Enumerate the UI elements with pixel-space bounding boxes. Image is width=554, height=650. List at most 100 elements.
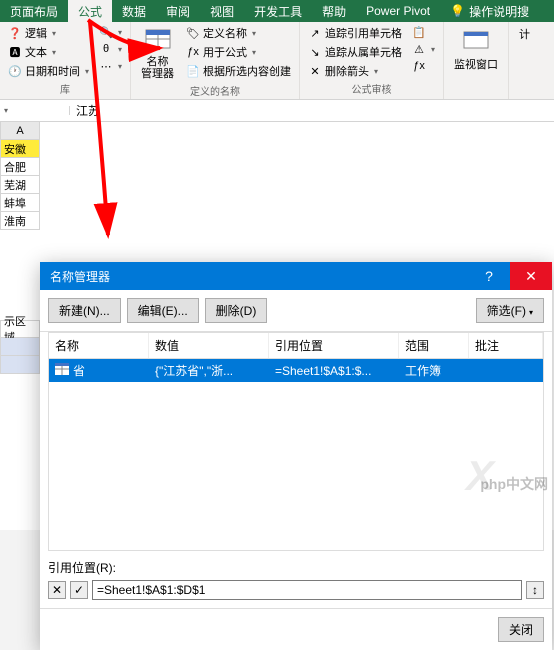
math-button[interactable]: θ▾: [95, 41, 126, 57]
error-check-icon: ⚠: [412, 42, 426, 56]
col-header-value[interactable]: 数值: [149, 333, 269, 358]
bulb-icon: 💡: [450, 4, 465, 18]
watch-window-label: 监视窗口: [454, 56, 498, 72]
cell-a4[interactable]: 芜湖: [0, 176, 40, 194]
calc-options-button[interactable]: 计: [513, 24, 536, 44]
col-header-scope[interactable]: 范围: [399, 333, 469, 358]
trace-precedents-button[interactable]: ↗追踪引用单元格: [304, 24, 406, 42]
logic-label: 逻辑: [25, 25, 47, 41]
trace-precedents-icon: ↗: [308, 26, 322, 40]
group-label-library: 库: [4, 80, 126, 97]
row-name: 省: [73, 362, 85, 379]
trace-precedents-label: 追踪引用单元格: [325, 25, 402, 41]
ref-collapse-icon[interactable]: ↕: [526, 581, 544, 599]
ref-cancel-icon[interactable]: ✕: [48, 581, 66, 599]
use-in-formula-button[interactable]: ƒx用于公式 ▾: [182, 43, 295, 61]
clock-icon: 🕐: [8, 64, 22, 78]
tab-review[interactable]: 审阅: [156, 0, 200, 22]
close-button[interactable]: ✕: [510, 262, 552, 290]
name-box[interactable]: ▾: [0, 106, 70, 115]
chevron-down-icon: ▾: [52, 29, 56, 38]
dialog-close-button[interactable]: 关闭: [498, 617, 544, 642]
define-name-button[interactable]: 🏷定义名称 ▾: [182, 24, 295, 42]
tab-view[interactable]: 视图: [200, 0, 244, 22]
define-name-label: 定义名称: [203, 25, 247, 41]
row-note: [469, 368, 543, 374]
remove-arrows-label: 删除箭头: [325, 63, 369, 79]
name-manager-icon: [144, 26, 172, 54]
chevron-down-icon: ▾: [529, 308, 533, 317]
dialog-titlebar[interactable]: 名称管理器 ? ✕: [40, 262, 552, 290]
lookup-button[interactable]: 🔍▾: [95, 24, 126, 40]
error-checking-button[interactable]: ⚠▾: [408, 41, 439, 57]
trace-dependents-icon: ↘: [308, 45, 322, 59]
ref-input[interactable]: [92, 580, 522, 600]
chevron-down-icon: ▾: [52, 48, 56, 57]
row-ref: =Sheet1!$A$1:$...: [269, 361, 399, 381]
group-label-formula-audit: 公式审核: [304, 80, 439, 97]
chevron-down-icon: ▾: [374, 67, 378, 76]
region-label-cell[interactable]: 示区域: [0, 320, 40, 338]
cell-a6[interactable]: 淮南: [0, 212, 40, 230]
list-row-selected[interactable]: 省 {"江苏省","浙... =Sheet1!$A$1:$... 工作簿: [49, 359, 543, 382]
use-in-formula-label: 用于公式: [203, 44, 247, 60]
evaluate-formula-button[interactable]: ƒx: [408, 58, 439, 74]
formula-icon: ƒx: [186, 45, 200, 59]
empty-cell-1[interactable]: [0, 338, 40, 356]
col-header-name[interactable]: 名称: [49, 333, 149, 358]
tab-formulas[interactable]: 公式: [68, 0, 112, 22]
chevron-down-icon: ▾: [252, 29, 256, 38]
logic-button[interactable]: ❓逻辑 ▾: [4, 24, 93, 42]
formula-bar-content[interactable]: 江苏: [70, 102, 106, 119]
edit-button[interactable]: 编辑(E)...: [127, 298, 199, 323]
tab-data[interactable]: 数据: [112, 0, 156, 22]
chevron-down-icon: ▾: [118, 45, 122, 54]
text-icon: 🅰: [8, 45, 22, 59]
remove-arrows-icon: ✕: [308, 64, 322, 78]
watermark-text: php中文网: [480, 474, 548, 494]
datetime-button[interactable]: 🕐日期和时间▾: [4, 62, 93, 80]
name-manager-button[interactable]: 名称 管理器: [135, 24, 180, 82]
text-label: 文本: [25, 44, 47, 60]
cell-a3[interactable]: 合肥: [0, 158, 40, 176]
cell-a5[interactable]: 蚌埠: [0, 194, 40, 212]
row-value: {"江苏省","浙...: [149, 359, 269, 382]
names-list: 名称 数值 引用位置 范围 批注 省 {"江苏省","浙... =Sheet1!…: [48, 332, 544, 551]
help-button[interactable]: ?: [468, 262, 510, 290]
more-icon: ⋯: [99, 59, 113, 73]
name-manager-label: 名称 管理器: [141, 56, 174, 80]
col-header-ref[interactable]: 引用位置: [269, 333, 399, 358]
col-header-note[interactable]: 批注: [469, 333, 543, 358]
delete-button[interactable]: 删除(D): [205, 298, 268, 323]
filter-label: 筛选(F): [487, 304, 526, 318]
ref-confirm-icon[interactable]: ✓: [70, 581, 88, 599]
empty-cell-2[interactable]: [0, 356, 40, 374]
tell-me[interactable]: 💡 操作说明搜: [444, 3, 535, 20]
create-from-selection-label: 根据所选内容创建: [203, 63, 291, 79]
trace-dependents-button[interactable]: ↘追踪从属单元格: [304, 43, 406, 61]
tab-page-layout[interactable]: 页面布局: [0, 0, 68, 22]
tab-help[interactable]: 帮助: [312, 0, 356, 22]
cell-a2[interactable]: 安徽: [0, 140, 40, 158]
dialog-title-text: 名称管理器: [50, 268, 110, 285]
more-func-button[interactable]: ⋯▾: [95, 58, 126, 74]
watch-window-icon: [462, 26, 490, 54]
chevron-down-icon: ▾: [118, 62, 122, 71]
evaluate-icon: ƒx: [412, 59, 426, 73]
show-formulas-button[interactable]: 📋: [408, 24, 439, 40]
math-icon: θ: [99, 42, 113, 56]
tab-powerpivot[interactable]: Power Pivot: [356, 0, 440, 22]
new-button[interactable]: 新建(N)...: [48, 298, 121, 323]
filter-button[interactable]: 筛选(F)▾: [476, 298, 544, 323]
define-name-icon: 🏷: [186, 26, 200, 40]
remove-arrows-button[interactable]: ✕删除箭头 ▾: [304, 62, 406, 80]
chevron-down-icon: ▾: [252, 48, 256, 57]
watch-window-button[interactable]: 监视窗口: [448, 24, 504, 74]
text-button[interactable]: 🅰文本 ▾: [4, 43, 93, 61]
col-header-a[interactable]: A: [0, 122, 40, 140]
tab-developer[interactable]: 开发工具: [244, 0, 312, 22]
logic-icon: ❓: [8, 26, 22, 40]
lookup-icon: 🔍: [99, 25, 113, 39]
group-label-defined-names: 定义的名称: [135, 82, 295, 99]
create-from-selection-button[interactable]: 📄根据所选内容创建: [182, 62, 295, 80]
